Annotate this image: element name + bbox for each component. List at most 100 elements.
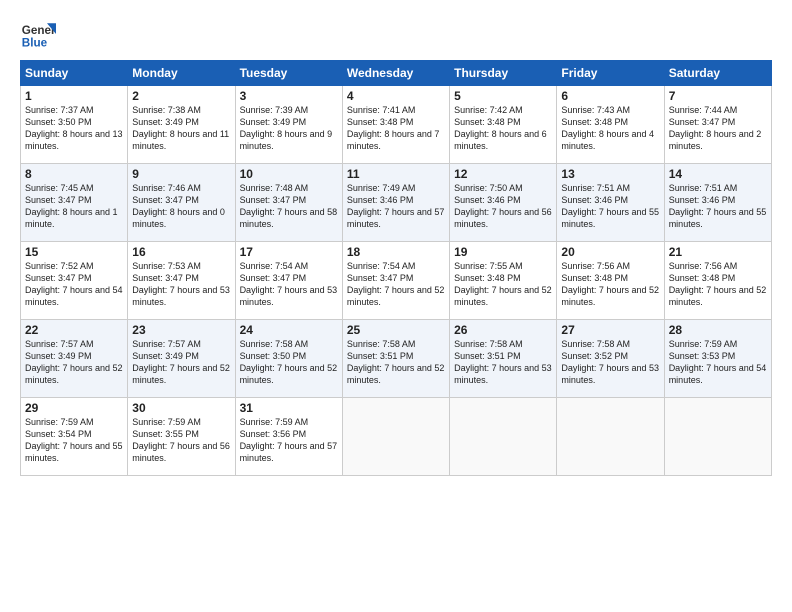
cell-info: Sunrise: 7:59 AMSunset: 3:54 PMDaylight:… <box>25 417 123 463</box>
cell-info: Sunrise: 7:38 AMSunset: 3:49 PMDaylight:… <box>132 105 229 151</box>
calendar-cell: 17 Sunrise: 7:54 AMSunset: 3:47 PMDaylig… <box>235 242 342 320</box>
day-number: 15 <box>25 245 123 259</box>
calendar-cell: 15 Sunrise: 7:52 AMSunset: 3:47 PMDaylig… <box>21 242 128 320</box>
calendar-cell <box>664 398 771 476</box>
week-row-1: 1 Sunrise: 7:37 AMSunset: 3:50 PMDayligh… <box>21 86 772 164</box>
day-number: 20 <box>561 245 659 259</box>
calendar-cell: 28 Sunrise: 7:59 AMSunset: 3:53 PMDaylig… <box>664 320 771 398</box>
calendar-cell: 31 Sunrise: 7:59 AMSunset: 3:56 PMDaylig… <box>235 398 342 476</box>
calendar-cell: 23 Sunrise: 7:57 AMSunset: 3:49 PMDaylig… <box>128 320 235 398</box>
cell-info: Sunrise: 7:48 AMSunset: 3:47 PMDaylight:… <box>240 183 338 229</box>
day-number: 13 <box>561 167 659 181</box>
day-number: 22 <box>25 323 123 337</box>
cell-info: Sunrise: 7:57 AMSunset: 3:49 PMDaylight:… <box>132 339 230 385</box>
calendar-cell: 14 Sunrise: 7:51 AMSunset: 3:46 PMDaylig… <box>664 164 771 242</box>
day-number: 29 <box>25 401 123 415</box>
calendar-cell: 26 Sunrise: 7:58 AMSunset: 3:51 PMDaylig… <box>450 320 557 398</box>
cell-info: Sunrise: 7:45 AMSunset: 3:47 PMDaylight:… <box>25 183 118 229</box>
day-number: 25 <box>347 323 445 337</box>
day-number: 7 <box>669 89 767 103</box>
day-number: 23 <box>132 323 230 337</box>
day-number: 21 <box>669 245 767 259</box>
logo-icon: General Blue <box>20 16 56 52</box>
day-number: 10 <box>240 167 338 181</box>
day-number: 5 <box>454 89 552 103</box>
day-number: 9 <box>132 167 230 181</box>
cell-info: Sunrise: 7:41 AMSunset: 3:48 PMDaylight:… <box>347 105 440 151</box>
day-number: 14 <box>669 167 767 181</box>
cell-info: Sunrise: 7:54 AMSunset: 3:47 PMDaylight:… <box>240 261 338 307</box>
cell-info: Sunrise: 7:59 AMSunset: 3:56 PMDaylight:… <box>240 417 338 463</box>
day-number: 6 <box>561 89 659 103</box>
calendar-cell: 1 Sunrise: 7:37 AMSunset: 3:50 PMDayligh… <box>21 86 128 164</box>
calendar-table: SundayMondayTuesdayWednesdayThursdayFrid… <box>20 60 772 476</box>
day-number: 30 <box>132 401 230 415</box>
calendar-cell: 2 Sunrise: 7:38 AMSunset: 3:49 PMDayligh… <box>128 86 235 164</box>
weekday-friday: Friday <box>557 61 664 86</box>
calendar-cell: 10 Sunrise: 7:48 AMSunset: 3:47 PMDaylig… <box>235 164 342 242</box>
cell-info: Sunrise: 7:51 AMSunset: 3:46 PMDaylight:… <box>561 183 659 229</box>
day-number: 2 <box>132 89 230 103</box>
cell-info: Sunrise: 7:43 AMSunset: 3:48 PMDaylight:… <box>561 105 654 151</box>
weekday-thursday: Thursday <box>450 61 557 86</box>
cell-info: Sunrise: 7:58 AMSunset: 3:51 PMDaylight:… <box>454 339 552 385</box>
calendar-cell: 22 Sunrise: 7:57 AMSunset: 3:49 PMDaylig… <box>21 320 128 398</box>
weekday-tuesday: Tuesday <box>235 61 342 86</box>
calendar-cell <box>342 398 449 476</box>
calendar-cell: 24 Sunrise: 7:58 AMSunset: 3:50 PMDaylig… <box>235 320 342 398</box>
week-row-4: 22 Sunrise: 7:57 AMSunset: 3:49 PMDaylig… <box>21 320 772 398</box>
cell-info: Sunrise: 7:37 AMSunset: 3:50 PMDaylight:… <box>25 105 123 151</box>
cell-info: Sunrise: 7:42 AMSunset: 3:48 PMDaylight:… <box>454 105 547 151</box>
cell-info: Sunrise: 7:59 AMSunset: 3:55 PMDaylight:… <box>132 417 230 463</box>
day-number: 24 <box>240 323 338 337</box>
cell-info: Sunrise: 7:44 AMSunset: 3:47 PMDaylight:… <box>669 105 762 151</box>
calendar-cell: 20 Sunrise: 7:56 AMSunset: 3:48 PMDaylig… <box>557 242 664 320</box>
day-number: 4 <box>347 89 445 103</box>
cell-info: Sunrise: 7:58 AMSunset: 3:52 PMDaylight:… <box>561 339 659 385</box>
calendar-cell: 27 Sunrise: 7:58 AMSunset: 3:52 PMDaylig… <box>557 320 664 398</box>
calendar-cell: 13 Sunrise: 7:51 AMSunset: 3:46 PMDaylig… <box>557 164 664 242</box>
cell-info: Sunrise: 7:58 AMSunset: 3:50 PMDaylight:… <box>240 339 338 385</box>
cell-info: Sunrise: 7:55 AMSunset: 3:48 PMDaylight:… <box>454 261 552 307</box>
week-row-5: 29 Sunrise: 7:59 AMSunset: 3:54 PMDaylig… <box>21 398 772 476</box>
weekday-header-row: SundayMondayTuesdayWednesdayThursdayFrid… <box>21 61 772 86</box>
calendar-cell: 9 Sunrise: 7:46 AMSunset: 3:47 PMDayligh… <box>128 164 235 242</box>
day-number: 18 <box>347 245 445 259</box>
week-row-3: 15 Sunrise: 7:52 AMSunset: 3:47 PMDaylig… <box>21 242 772 320</box>
cell-info: Sunrise: 7:39 AMSunset: 3:49 PMDaylight:… <box>240 105 333 151</box>
cell-info: Sunrise: 7:53 AMSunset: 3:47 PMDaylight:… <box>132 261 230 307</box>
page: General Blue SundayMondayTuesdayWednesda… <box>0 0 792 486</box>
day-number: 11 <box>347 167 445 181</box>
calendar-cell <box>557 398 664 476</box>
calendar-cell: 7 Sunrise: 7:44 AMSunset: 3:47 PMDayligh… <box>664 86 771 164</box>
calendar-cell: 21 Sunrise: 7:56 AMSunset: 3:48 PMDaylig… <box>664 242 771 320</box>
weekday-sunday: Sunday <box>21 61 128 86</box>
cell-info: Sunrise: 7:59 AMSunset: 3:53 PMDaylight:… <box>669 339 767 385</box>
header: General Blue <box>20 16 772 52</box>
week-row-2: 8 Sunrise: 7:45 AMSunset: 3:47 PMDayligh… <box>21 164 772 242</box>
svg-text:Blue: Blue <box>22 37 48 50</box>
day-number: 17 <box>240 245 338 259</box>
cell-info: Sunrise: 7:54 AMSunset: 3:47 PMDaylight:… <box>347 261 445 307</box>
day-number: 26 <box>454 323 552 337</box>
calendar-cell: 19 Sunrise: 7:55 AMSunset: 3:48 PMDaylig… <box>450 242 557 320</box>
cell-info: Sunrise: 7:56 AMSunset: 3:48 PMDaylight:… <box>561 261 659 307</box>
day-number: 27 <box>561 323 659 337</box>
day-number: 31 <box>240 401 338 415</box>
cell-info: Sunrise: 7:49 AMSunset: 3:46 PMDaylight:… <box>347 183 445 229</box>
weekday-saturday: Saturday <box>664 61 771 86</box>
calendar-cell: 12 Sunrise: 7:50 AMSunset: 3:46 PMDaylig… <box>450 164 557 242</box>
cell-info: Sunrise: 7:57 AMSunset: 3:49 PMDaylight:… <box>25 339 123 385</box>
calendar-cell: 25 Sunrise: 7:58 AMSunset: 3:51 PMDaylig… <box>342 320 449 398</box>
day-number: 8 <box>25 167 123 181</box>
logo: General Blue <box>20 16 60 52</box>
weekday-monday: Monday <box>128 61 235 86</box>
calendar-cell: 4 Sunrise: 7:41 AMSunset: 3:48 PMDayligh… <box>342 86 449 164</box>
cell-info: Sunrise: 7:58 AMSunset: 3:51 PMDaylight:… <box>347 339 445 385</box>
day-number: 28 <box>669 323 767 337</box>
calendar-cell: 29 Sunrise: 7:59 AMSunset: 3:54 PMDaylig… <box>21 398 128 476</box>
cell-info: Sunrise: 7:52 AMSunset: 3:47 PMDaylight:… <box>25 261 123 307</box>
calendar-cell: 18 Sunrise: 7:54 AMSunset: 3:47 PMDaylig… <box>342 242 449 320</box>
calendar-cell <box>450 398 557 476</box>
calendar-cell: 6 Sunrise: 7:43 AMSunset: 3:48 PMDayligh… <box>557 86 664 164</box>
